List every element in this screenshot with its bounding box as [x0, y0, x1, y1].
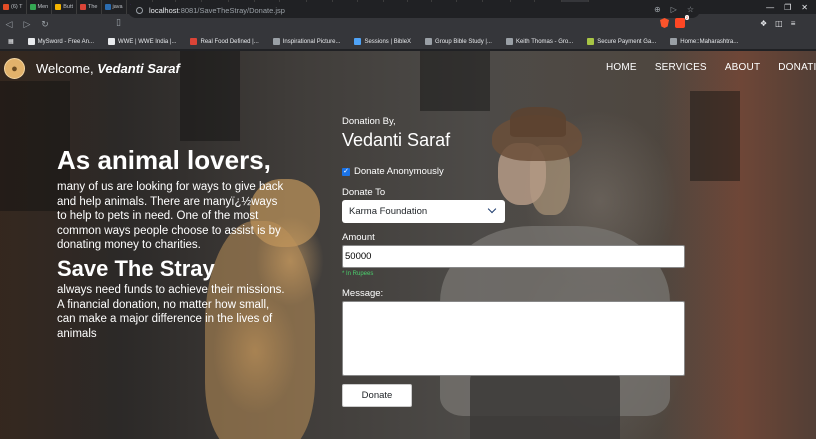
browser-tab[interactable]: (6) T: [0, 0, 27, 14]
tab-favicon-icon: [3, 4, 9, 10]
back-icon[interactable]: ◁: [0, 19, 18, 30]
bookmark-label: Secure Payment Ga...: [597, 38, 657, 45]
donate-button[interactable]: Donate: [342, 384, 412, 407]
tab-favicon-icon: [104, 4, 111, 10]
anonymous-label: Donate Anonymously: [354, 166, 444, 177]
bookmark-item[interactable]: Secure Payment Ga...: [587, 38, 656, 45]
browser-tab[interactable]: The: [77, 0, 102, 14]
bookmark-item[interactable]: WWE | WWE India |...: [108, 38, 176, 45]
hero-paragraph-2: always need funds to achieve their missi…: [57, 284, 285, 340]
rewards-badge: 2: [684, 15, 689, 20]
brave-rewards-icon[interactable]: 2: [675, 15, 689, 28]
bookmark-favicon-icon: [190, 38, 198, 45]
star-icon[interactable]: ☆: [687, 5, 694, 14]
apps-icon[interactable]: ▦: [8, 38, 14, 45]
window-controls: — ❐ ✕: [766, 0, 816, 14]
bookmark-label: WWE | WWE India |...: [118, 38, 177, 45]
sidebar-icon[interactable]: ◫: [775, 19, 783, 28]
maximize-icon[interactable]: ❐: [784, 3, 791, 12]
menu-icon[interactable]: ≡: [791, 19, 796, 28]
bookmark-favicon-icon: [354, 38, 362, 45]
message-textarea[interactable]: [342, 301, 685, 376]
nav-about[interactable]: ABOUT: [725, 62, 760, 73]
welcome-message: Welcome, Vedanti Saraf: [36, 61, 180, 76]
share-icon[interactable]: ▷: [671, 5, 677, 14]
message-label: Message:: [342, 288, 384, 299]
browser-tab[interactable]: Men: [27, 0, 53, 14]
bookmark-item[interactable]: Keith Thomas - Gro...: [505, 38, 574, 45]
bookmark-item[interactable]: Sessions | BibleX: [354, 38, 411, 45]
forward-icon[interactable]: ▷: [18, 19, 36, 30]
paw-logo-icon[interactable]: ●: [4, 58, 25, 79]
welcome-user-name: Vedanti Saraf: [97, 61, 180, 76]
address-bar[interactable]: localhost:8081/SaveTheStray/Donate.jsp ⊕…: [128, 2, 700, 18]
donate-to-value: Karma Foundation: [349, 206, 428, 217]
hero-paragraph: many of us are looking for ways to give …: [57, 181, 284, 251]
donor-name: Vedanti Saraf: [342, 130, 451, 150]
bookmark-favicon-icon: [505, 38, 513, 45]
hero-heading: As animal lovers,: [57, 145, 271, 175]
brave-extensions: 2: [660, 15, 689, 30]
bookmark-favicon-icon: [272, 38, 280, 45]
donate-to-select[interactable]: Karma Foundation: [342, 200, 505, 223]
brave-shield-icon[interactable]: [660, 18, 669, 28]
site-info-icon[interactable]: [136, 6, 143, 14]
hero-subheading: Save The Stray: [57, 256, 215, 281]
tab-favicon-icon: [80, 4, 87, 10]
amount-label: Amount: [342, 232, 375, 243]
bookmark-label: Real Food Defined |...: [200, 38, 259, 45]
tab-label: Men: [37, 4, 49, 10]
minimize-icon[interactable]: —: [766, 3, 774, 12]
bookmark-item[interactable]: MySword - Free An...: [27, 38, 95, 45]
nav-services[interactable]: SERVICES: [655, 62, 707, 73]
address-host: localhost: [149, 5, 179, 15]
nav-home[interactable]: HOME: [606, 62, 637, 73]
tab-label: (6) T: [11, 4, 23, 10]
bookmark-favicon-icon: [587, 38, 595, 45]
chevron-down-icon: [487, 204, 497, 214]
address-path: :8081/SaveTheStray/Donate.jsp: [178, 5, 285, 15]
tab-label: Butt: [63, 4, 74, 10]
main-nav: HOME SERVICES ABOUT DONATION: [606, 62, 816, 73]
browser-tab[interactable]: Butt: [52, 0, 78, 14]
browser-actions: ❖ ◫ ≡: [760, 16, 795, 30]
tab-favicon-icon: [55, 4, 62, 10]
nav-donation[interactable]: DONATION: [778, 62, 816, 73]
donate-to-label: Donate To: [342, 187, 386, 198]
bookmark-label: MySword - Free An...: [37, 38, 95, 45]
tab-label: java: [112, 4, 123, 10]
reload-icon[interactable]: ↻: [36, 19, 54, 30]
bookmark-label: Sessions | BibleX: [364, 38, 412, 45]
amount-value: 50000: [345, 251, 372, 262]
bookmark-label: Group Bible Study |...: [435, 38, 492, 45]
bookmark-item[interactable]: Real Food Defined |...: [190, 38, 259, 45]
bookmark-page-icon[interactable]: ▯: [116, 17, 121, 28]
anonymous-row: ✓ Donate Anonymously: [342, 166, 444, 177]
bookmark-favicon-icon: [425, 38, 433, 45]
bookmark-item[interactable]: Group Bible Study |...: [425, 38, 492, 45]
bookmark-favicon-icon: [670, 38, 678, 45]
zoom-icon[interactable]: ⊕: [654, 5, 661, 14]
bookmark-favicon-icon: [27, 38, 35, 45]
tab-label: The: [88, 4, 98, 10]
bookmark-item[interactable]: Inspirational Picture...: [272, 38, 341, 45]
amount-hint: * In Rupees: [342, 271, 374, 277]
close-window-icon[interactable]: ✕: [801, 3, 808, 12]
bookmark-label: Inspirational Picture...: [282, 38, 341, 45]
tab-favicon-icon: [29, 4, 36, 10]
amount-input[interactable]: 50000: [342, 245, 685, 268]
browser-tab[interactable]: java: [102, 0, 127, 14]
bookmark-label: Home::Maharashtra...: [680, 38, 739, 45]
donate-page: ● Welcome, Vedanti Saraf HOME SERVICES A…: [0, 51, 816, 439]
donation-by-label: Donation By,: [342, 116, 396, 127]
welcome-prefix: Welcome,: [36, 61, 94, 76]
extensions-icon[interactable]: ❖: [760, 19, 767, 28]
anonymous-checkbox[interactable]: ✓: [342, 167, 350, 176]
bookmarks-bar: ▦ MySword - Free An... WWE | WWE India |..…: [0, 34, 816, 50]
bookmark-label: Keith Thomas - Gro...: [515, 38, 574, 45]
bookmark-favicon-icon: [108, 38, 116, 45]
bookmark-item[interactable]: Home::Maharashtra...: [670, 38, 738, 45]
